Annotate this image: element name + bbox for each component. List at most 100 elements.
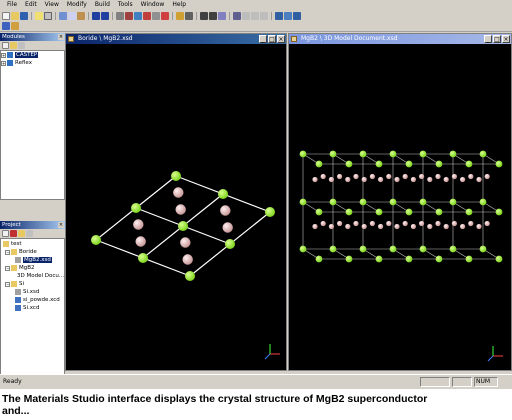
magnesium-atom [359, 245, 367, 253]
new-icon[interactable] [2, 42, 9, 49]
tree-item-boride[interactable]: − Boride [1, 248, 64, 256]
new-document-icon[interactable] [2, 11, 10, 20]
magnesium-atom [359, 198, 367, 206]
document-title-bar[interactable]: Boride \ MgB2.xsd _ □ × [66, 34, 286, 44]
folder-icon[interactable] [18, 230, 25, 237]
close-button[interactable]: × [277, 35, 285, 43]
menu-edit[interactable]: Edit [21, 0, 41, 10]
tree-item-si-xsd[interactable]: Si.xsd [1, 288, 64, 296]
module-item-castep[interactable]: + CASTEP [1, 51, 64, 59]
copy-icon[interactable] [68, 11, 76, 20]
boron-atom [386, 173, 392, 180]
tree-item-mgb2-folder[interactable]: − MgB2 [1, 264, 64, 272]
paste-icon[interactable] [77, 11, 85, 20]
sketch-ring-icon[interactable] [185, 11, 193, 20]
display-style-icon[interactable] [275, 11, 283, 20]
sketch-pencil-icon[interactable] [176, 11, 184, 20]
tree-item-si-xcd[interactable]: Si.xcd [1, 304, 64, 312]
minimize-button[interactable]: _ [484, 35, 492, 43]
selection-icon[interactable] [2, 22, 10, 30]
magnesium-atom [345, 160, 353, 168]
menu-help[interactable]: Help [168, 0, 190, 10]
tree-item-test[interactable]: test [1, 240, 64, 248]
fit-view-icon[interactable] [152, 11, 160, 20]
translate-icon[interactable] [143, 11, 151, 20]
rotate-icon[interactable] [125, 11, 133, 20]
document-window-3d-model[interactable]: MgB2 \ 3D Model Document.xsd _ □ × [288, 33, 512, 371]
measure-icon[interactable] [218, 11, 226, 20]
layout-icon[interactable] [293, 11, 301, 20]
magnesium-atom [479, 198, 487, 206]
status-bar: Ready NUM [0, 374, 512, 388]
maximize-button[interactable]: □ [268, 35, 276, 43]
project-tree: test − Boride MgB2.xsd − MgB2 3D Model D… [0, 238, 65, 378]
menu-file[interactable]: File [3, 0, 21, 10]
magnesium-atom [405, 255, 413, 263]
tree-item-3d-model-document[interactable]: 3D Model Docu... [1, 272, 64, 280]
select-arrow-icon[interactable] [116, 11, 124, 20]
collapse-icon[interactable]: − [5, 249, 10, 255]
expand-icon[interactable]: + [1, 52, 6, 58]
minimize-button[interactable]: _ [259, 35, 267, 43]
boron-atom [394, 176, 400, 183]
menu-build[interactable]: Build [91, 0, 114, 10]
boron-atom [361, 176, 367, 183]
tree-item-si-folder[interactable]: − Si [1, 280, 64, 288]
boron-atom [468, 220, 474, 227]
properties-icon[interactable] [26, 230, 33, 237]
image-caption: The Materials Studio interface displays … [0, 390, 512, 420]
collapse-icon[interactable]: − [5, 281, 10, 287]
close-icon[interactable]: × [58, 222, 64, 228]
new-icon[interactable] [2, 230, 9, 237]
tree-item-mgb2-xsd[interactable]: MgB2.xsd [1, 256, 64, 264]
magnesium-atom [419, 198, 427, 206]
magnesium-atom [171, 171, 181, 181]
project-toolbar [0, 229, 65, 238]
grid-icon[interactable] [284, 11, 292, 20]
expand-icon[interactable]: + [1, 60, 6, 66]
symmetry-icon[interactable] [233, 11, 241, 20]
toolbar-separator [172, 11, 173, 20]
save-icon[interactable] [20, 11, 28, 20]
close-icon[interactable]: × [58, 34, 64, 40]
open-icon[interactable] [10, 42, 17, 49]
print-icon[interactable] [44, 11, 52, 20]
magnesium-atom [315, 208, 323, 216]
magnesium-atom [218, 189, 228, 199]
atom-label-icon[interactable] [200, 11, 208, 20]
boron-atom [320, 173, 326, 180]
boron-atom [476, 223, 482, 230]
menu-view[interactable]: View [41, 0, 63, 10]
menu-modify[interactable]: Modify [63, 0, 91, 10]
cleave-icon[interactable] [260, 11, 268, 20]
delete-icon[interactable] [10, 230, 17, 237]
build-crystal-icon[interactable] [242, 11, 250, 20]
undo-icon[interactable] [92, 11, 100, 20]
cut-icon[interactable] [59, 11, 67, 20]
document-window-boride[interactable]: Boride \ MgB2.xsd _ □ × [65, 33, 287, 371]
3d-viewport-model[interactable] [289, 44, 511, 370]
menu-tools[interactable]: Tools [114, 0, 137, 10]
redo-icon[interactable] [101, 11, 109, 20]
bond-icon[interactable] [209, 11, 217, 20]
refresh-icon[interactable] [18, 42, 25, 49]
import-icon[interactable] [35, 11, 43, 20]
num-lock-indicator: NUM [476, 378, 491, 385]
boron-atom [410, 176, 416, 183]
magnesium-atom [435, 255, 443, 263]
module-item-reflex[interactable]: + Reflex [1, 59, 64, 67]
boron-atom [476, 176, 482, 183]
zoom-icon[interactable] [134, 11, 142, 20]
collapse-icon[interactable]: − [5, 265, 10, 271]
close-button[interactable]: × [502, 35, 510, 43]
supercell-icon[interactable] [251, 11, 259, 20]
document-title-bar[interactable]: MgB2 \ 3D Model Document.xsd _ □ × [289, 34, 511, 44]
reset-view-icon[interactable] [161, 11, 169, 20]
maximize-button[interactable]: □ [493, 35, 501, 43]
open-icon[interactable] [11, 11, 19, 20]
3d-viewport-boride[interactable] [66, 44, 286, 370]
mgb2-unit-cell-view [91, 171, 280, 360]
color-icon[interactable] [11, 22, 19, 30]
menu-window[interactable]: Window [137, 0, 169, 10]
tree-item-si-powder-xcd[interactable]: si_powde.xcd [1, 296, 64, 304]
